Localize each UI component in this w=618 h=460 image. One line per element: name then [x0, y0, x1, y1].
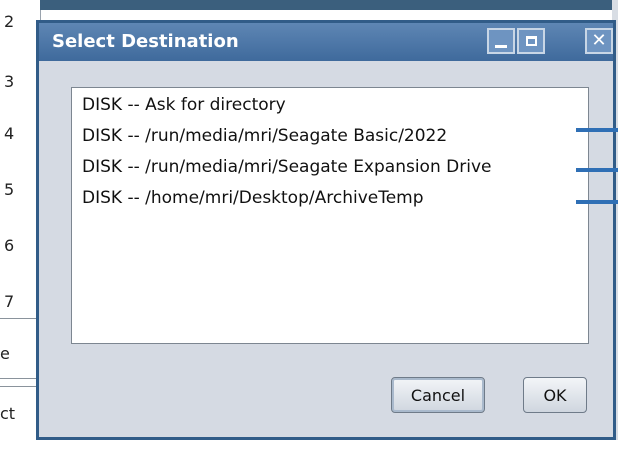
close-icon: ✕: [591, 30, 607, 51]
list-item[interactable]: DISK -- /home/mri/Desktop/ArchiveTemp: [72, 183, 588, 214]
list-item[interactable]: DISK -- Ask for directory: [72, 90, 588, 121]
minimize-icon: [495, 44, 507, 48]
row-number: 2: [4, 12, 15, 31]
background-connector-line: [576, 200, 618, 204]
ok-button[interactable]: OK: [523, 377, 587, 413]
background-row-gutter: 2 3 4 5 6 7 e ct: [0, 0, 41, 440]
background-text-fragment: ct: [0, 404, 16, 423]
dialog-titlebar[interactable]: Select Destination ✕: [39, 23, 613, 61]
row-number: 7: [4, 292, 15, 311]
list-item[interactable]: DISK -- /run/media/mri/Seagate Basic/202…: [72, 121, 588, 152]
maximize-icon: [525, 36, 537, 46]
background-connector-line: [576, 128, 618, 132]
background-text-fragment: e: [0, 344, 10, 363]
minimize-button[interactable]: [487, 28, 515, 54]
close-button[interactable]: ✕: [585, 28, 613, 54]
list-item[interactable]: DISK -- /run/media/mri/Seagate Expansion…: [72, 152, 588, 183]
row-number: 5: [4, 180, 15, 199]
row-number: 3: [4, 72, 15, 91]
background-connector-line: [576, 168, 618, 172]
maximize-button[interactable]: [517, 28, 545, 54]
dialog-title: Select Destination: [52, 31, 239, 52]
divider: [0, 378, 40, 379]
divider: [0, 386, 40, 387]
cancel-button[interactable]: Cancel: [391, 377, 485, 413]
divider: [0, 318, 40, 319]
destination-list[interactable]: DISK -- Ask for directory DISK -- /run/m…: [71, 87, 589, 344]
row-number: 4: [4, 124, 15, 143]
background-header-bar: [40, 0, 618, 10]
row-number: 6: [4, 236, 15, 255]
select-destination-dialog: Select Destination ✕ DISK -- Ask for dir…: [36, 20, 616, 440]
